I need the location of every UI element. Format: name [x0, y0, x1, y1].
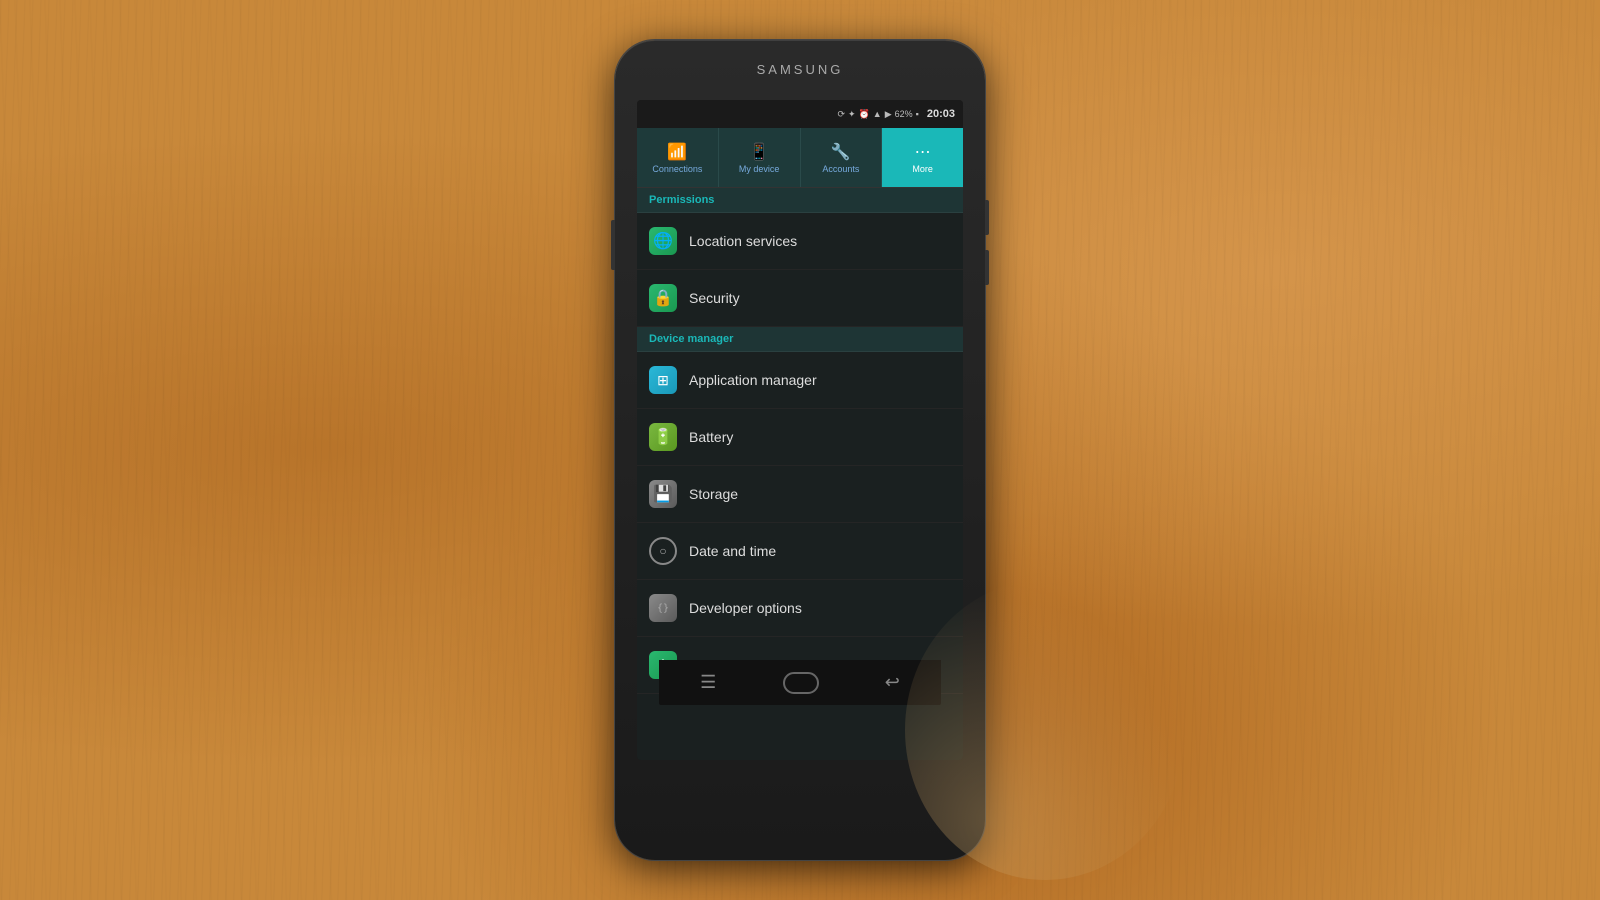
back-button[interactable]: ↩ [869, 666, 916, 699]
phone-shell: SAMSUNG ⟳ ✦ ⏰ ▲ ▶ 62% ▪ 20:03 [615, 40, 985, 860]
security-shield-icon: 🔒 [653, 288, 673, 308]
connections-icon: 📶 [667, 142, 687, 162]
battery-item-icon: 🔋 [649, 423, 677, 451]
tab-my-device[interactable]: 📱 My device [719, 128, 801, 187]
location-services-item[interactable]: 🌐 Location services [637, 213, 963, 270]
brand-logo: SAMSUNG [757, 62, 844, 77]
date-and-time-item[interactable]: ○ Date and time [637, 523, 963, 580]
developer-code-icon: {} [657, 603, 669, 614]
security-label: Security [689, 290, 740, 306]
my-device-icon: 📱 [749, 142, 769, 162]
menu-button[interactable]: ☰ [684, 666, 732, 699]
location-services-icon: 🌐 [649, 227, 677, 255]
home-button[interactable] [783, 672, 819, 694]
developer-options-icon: {} [649, 594, 677, 622]
volume-down-button[interactable] [985, 250, 989, 285]
tab-more[interactable]: ⋯ More [882, 128, 963, 187]
battery-percent: 62% [895, 109, 913, 119]
date-and-time-label: Date and time [689, 543, 776, 559]
clock-symbol-icon: ○ [659, 544, 666, 558]
volume-button[interactable] [611, 220, 615, 270]
status-icons: ⟳ ✦ ⏰ ▲ ▶ 62% ▪ [837, 109, 918, 120]
tab-more-label: More [912, 164, 933, 174]
signal-icon: ▲ [873, 109, 882, 119]
battery-item[interactable]: 🔋 Battery [637, 409, 963, 466]
application-manager-item[interactable]: ⊞ Application manager [637, 352, 963, 409]
more-icon: ⋯ [915, 142, 931, 162]
screen: ⟳ ✦ ⏰ ▲ ▶ 62% ▪ 20:03 📶 Connections 📱 [637, 100, 963, 760]
bluetooth-icon: ✦ [848, 109, 856, 120]
accounts-icon: 🔧 [831, 142, 851, 162]
time-display: 20:03 [927, 108, 955, 120]
tab-accounts[interactable]: 🔧 Accounts [801, 128, 883, 187]
battery-label: Battery [689, 429, 733, 445]
date-and-time-icon: ○ [649, 537, 677, 565]
application-manager-icon: ⊞ [649, 366, 677, 394]
storage-symbol-icon: 💾 [653, 484, 673, 504]
tab-connections[interactable]: 📶 Connections [637, 128, 719, 187]
application-manager-label: Application manager [689, 372, 817, 388]
storage-label: Storage [689, 486, 738, 502]
app-grid-icon: ⊞ [657, 372, 669, 389]
storage-item[interactable]: 💾 Storage [637, 466, 963, 523]
alarm-icon: ⏰ [859, 109, 870, 120]
status-bar: ⟳ ✦ ⏰ ▲ ▶ 62% ▪ 20:03 [637, 100, 963, 128]
location-services-label: Location services [689, 233, 797, 249]
permissions-section-header: Permissions [637, 188, 963, 213]
tab-connections-label: Connections [652, 164, 702, 174]
phone-device: SAMSUNG ⟳ ✦ ⏰ ▲ ▶ 62% ▪ 20:03 [615, 40, 985, 860]
storage-item-icon: 💾 [649, 480, 677, 508]
bottom-nav: ☰ ↩ [659, 660, 941, 705]
location-globe-icon: 🌐 [653, 231, 673, 251]
tab-my-device-label: My device [739, 164, 780, 174]
developer-options-label: Developer options [689, 600, 802, 616]
tab-accounts-label: Accounts [822, 164, 859, 174]
device-manager-section-header: Device manager [637, 327, 963, 352]
screen-rotate-icon: ⟳ [837, 109, 845, 120]
security-item[interactable]: 🔒 Security [637, 270, 963, 327]
power-button[interactable] [985, 200, 989, 235]
battery-symbol-icon: 🔋 [653, 427, 673, 447]
developer-options-item[interactable]: {} Developer options [637, 580, 963, 637]
tab-bar: 📶 Connections 📱 My device 🔧 Accounts ⋯ M… [637, 128, 963, 188]
wifi-icon: ▶ [885, 109, 892, 120]
battery-icon: ▪ [916, 109, 919, 119]
security-icon: 🔒 [649, 284, 677, 312]
